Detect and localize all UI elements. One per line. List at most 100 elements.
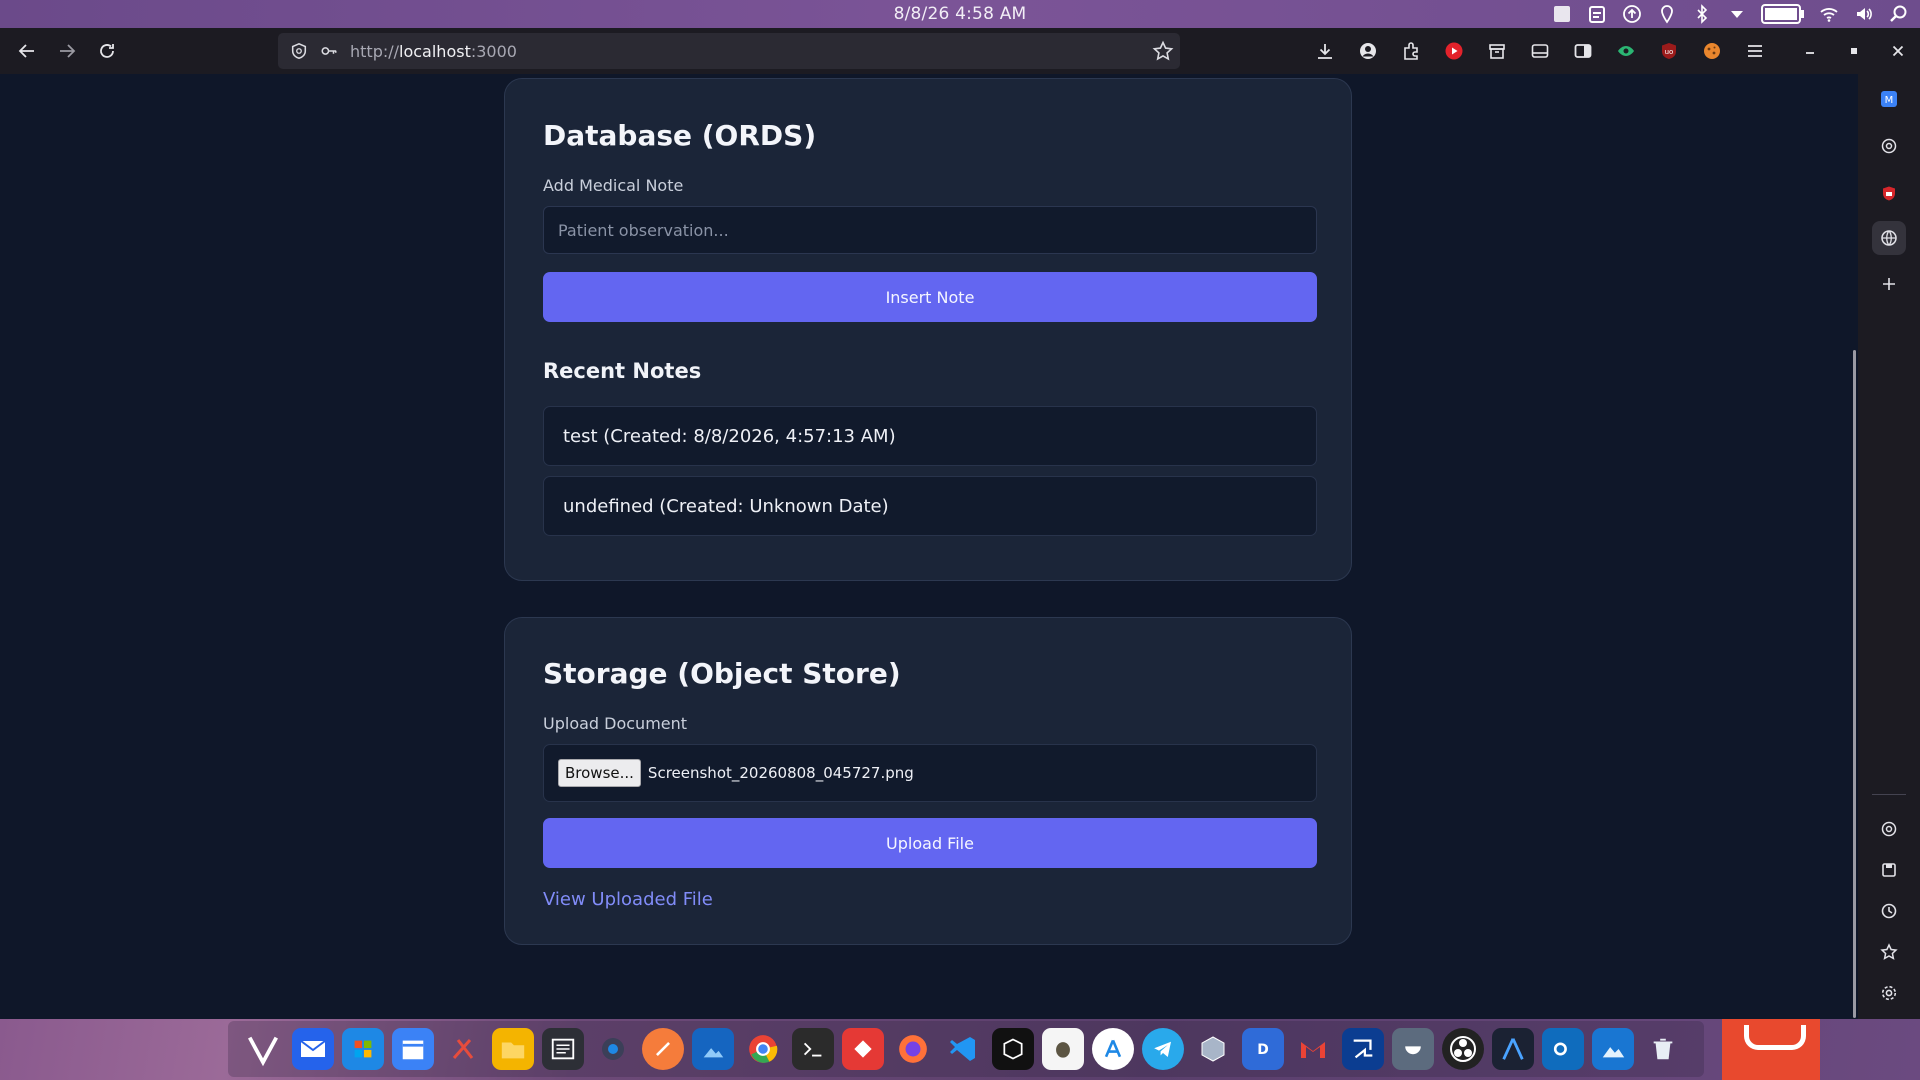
terminal-app-icon[interactable] [792, 1028, 834, 1070]
gmail-app-icon[interactable] [1292, 1028, 1334, 1070]
minimize-icon[interactable] [1788, 34, 1832, 68]
extensions-icon[interactable] [1394, 34, 1428, 68]
os-top-bar: 8/8/26 4:58 AM [0, 0, 1920, 28]
notes-app-icon[interactable] [542, 1028, 584, 1070]
sidebar-icon[interactable] [1523, 34, 1557, 68]
medical-note-input[interactable] [543, 206, 1317, 254]
recent-notes-title: Recent Notes [543, 359, 702, 383]
git-app-icon[interactable] [842, 1028, 884, 1070]
firefox-app-icon[interactable] [892, 1028, 934, 1070]
calendar-app-icon[interactable] [392, 1028, 434, 1070]
mail-app-icon[interactable] [292, 1028, 334, 1070]
url-bar[interactable]: http://localhost:3000 [278, 33, 1180, 69]
note-item: undefined (Created: Unknown Date) [543, 476, 1317, 536]
obs-app-icon[interactable] [1442, 1028, 1484, 1070]
bookmark-star-icon[interactable] [1152, 40, 1174, 66]
system-tray [1551, 0, 1910, 28]
selected-file-name: Screenshot_20260808_045727.png [647, 764, 914, 782]
toolbar-icons: uo [1308, 28, 1772, 74]
images-app-icon[interactable] [1592, 1028, 1634, 1070]
chatgpt-icon[interactable] [1872, 129, 1906, 163]
trash-app-icon[interactable] [1642, 1028, 1684, 1070]
files-app-icon[interactable] [492, 1028, 534, 1070]
remote-app-icon[interactable] [1342, 1028, 1384, 1070]
wifi-icon[interactable] [1818, 4, 1840, 24]
vscode-app-icon[interactable] [942, 1028, 984, 1070]
telegram-app-icon[interactable] [1142, 1028, 1184, 1070]
location-icon[interactable] [1656, 4, 1678, 24]
search-icon[interactable] [1888, 4, 1910, 24]
gimp-app-icon[interactable] [1042, 1028, 1084, 1070]
page-content: Database (ORDS) Add Medical Note Insert … [0, 74, 1858, 1019]
url-text[interactable]: http://localhost:3000 [350, 42, 517, 61]
volume-icon[interactable] [1853, 4, 1875, 24]
settings-icon[interactable] [1872, 976, 1906, 1010]
mail-icon[interactable]: M [1872, 82, 1906, 116]
cookie-icon[interactable] [1695, 34, 1729, 68]
medical-note-label: Add Medical Note [543, 176, 684, 195]
taskbar: D [0, 1019, 1920, 1080]
ublock-icon[interactable] [1872, 177, 1906, 211]
monitor-app-icon[interactable] [1392, 1028, 1434, 1070]
eye-icon[interactable] [1609, 34, 1643, 68]
box-app-icon[interactable] [992, 1028, 1034, 1070]
maximize-icon[interactable] [1832, 34, 1876, 68]
close-icon[interactable] [1876, 34, 1920, 68]
clipboard-icon[interactable] [1586, 4, 1608, 24]
battery-icon[interactable] [1761, 4, 1805, 24]
tools-app-icon[interactable] [442, 1028, 484, 1070]
docs-app-icon[interactable]: D [1242, 1028, 1284, 1070]
appstore-app-icon[interactable] [1092, 1028, 1134, 1070]
chrome-app-icon[interactable] [742, 1028, 784, 1070]
bluetooth-icon[interactable] [1691, 4, 1713, 24]
browse-button[interactable]: Browse... [558, 759, 641, 787]
archive-icon[interactable] [1480, 34, 1514, 68]
store-app-icon[interactable] [342, 1028, 384, 1070]
virtualbox-app-icon[interactable] [1192, 1028, 1234, 1070]
download-icon[interactable] [1308, 34, 1342, 68]
chevron-down-icon[interactable] [1726, 4, 1748, 24]
sidebar-divider [1872, 794, 1906, 795]
save-icon[interactable] [1872, 853, 1906, 887]
photos-app-icon[interactable] [692, 1028, 734, 1070]
browser-sidebar: M [1858, 74, 1920, 1019]
svg-text:M: M [1885, 95, 1894, 106]
youtube-icon[interactable] [1437, 34, 1471, 68]
file-input[interactable]: Browse... Screenshot_20260808_045727.png [543, 744, 1317, 802]
globe-icon[interactable] [1872, 221, 1906, 255]
outlook-app-icon[interactable] [1542, 1028, 1584, 1070]
key-icon[interactable] [314, 42, 344, 60]
app-dock: D [228, 1021, 1704, 1077]
forward-button[interactable] [47, 31, 87, 71]
brush-app-icon[interactable] [642, 1028, 684, 1070]
reload-button[interactable] [87, 31, 127, 71]
system-clock[interactable]: 8/8/26 4:58 AM [894, 4, 1027, 24]
window-controls [1788, 28, 1920, 74]
star-icon[interactable] [1872, 935, 1906, 969]
insert-note-button[interactable]: Insert Note [543, 272, 1317, 322]
database-card: Database (ORDS) Add Medical Note Insert … [504, 78, 1352, 581]
svg-text:uo: uo [1665, 48, 1674, 56]
database-title: Database (ORDS) [543, 119, 817, 152]
menu-icon[interactable] [1738, 34, 1772, 68]
upload-document-label: Upload Document [543, 714, 688, 733]
upload-icon[interactable] [1621, 4, 1643, 24]
ublock-icon[interactable]: uo [1652, 34, 1686, 68]
vivaldi-app-icon[interactable] [242, 1028, 284, 1070]
view-uploaded-file-link[interactable]: View Uploaded File [543, 889, 713, 910]
history-icon[interactable] [1872, 894, 1906, 928]
upload-file-button[interactable]: Upload File [543, 818, 1317, 868]
page-scrollbar[interactable] [1853, 350, 1856, 1018]
chatgpt-icon[interactable] [1872, 812, 1906, 846]
oracle-app-icon[interactable] [1722, 1019, 1820, 1080]
arch-app-icon[interactable] [1492, 1028, 1534, 1070]
search-app-icon[interactable] [592, 1028, 634, 1070]
plus-icon[interactable] [1872, 267, 1906, 301]
account-icon[interactable] [1351, 34, 1385, 68]
shield-icon[interactable] [284, 42, 314, 60]
window-icon[interactable] [1551, 4, 1573, 24]
back-button[interactable] [7, 31, 47, 71]
note-item: test (Created: 8/8/2026, 4:57:13 AM) [543, 406, 1317, 466]
browser-toolbar: http://localhost:3000 uo [0, 28, 1920, 74]
reader-icon[interactable] [1566, 34, 1600, 68]
